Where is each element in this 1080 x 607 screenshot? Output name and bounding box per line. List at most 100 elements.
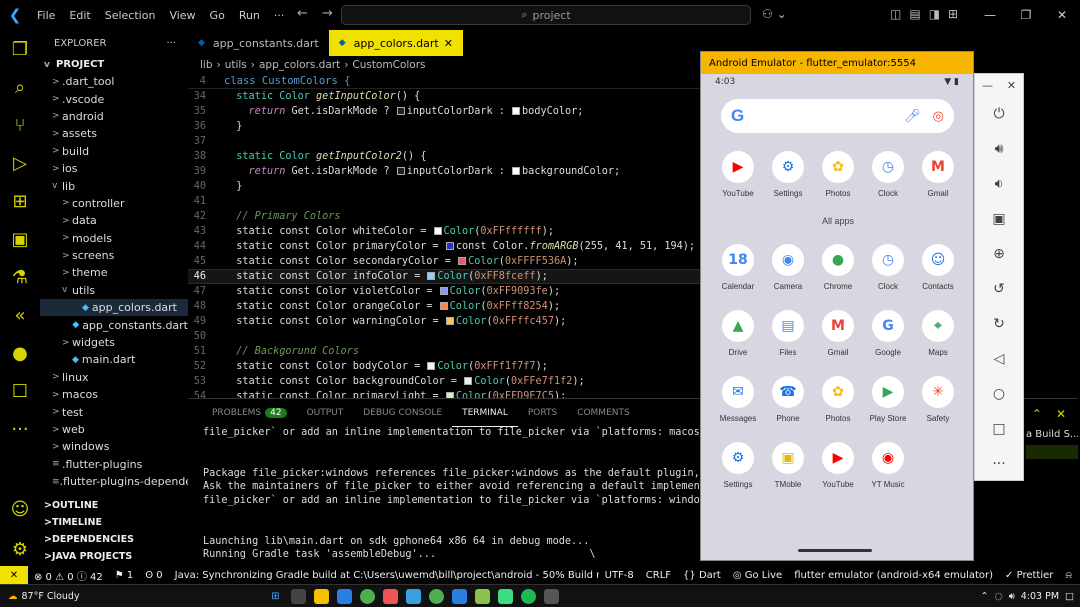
menu-item[interactable]: Go	[203, 9, 232, 22]
app-shortcut[interactable]: ▤ Files	[763, 307, 813, 373]
explorer-icon[interactable]: ❐	[0, 30, 40, 68]
color-swatch-icon[interactable]	[396, 167, 405, 175]
back-arrow-icon[interactable]: ←	[297, 6, 308, 21]
screenshot-camera-icon[interactable]: ▣	[975, 201, 1023, 236]
panel-tab[interactable]: TERMINAL	[452, 399, 518, 427]
app-shortcut[interactable]: ☎ Phone	[763, 373, 813, 439]
menu-item[interactable]: ···	[267, 9, 292, 22]
customize-layout-icon[interactable]: ⊞	[948, 7, 958, 21]
more-actions-icon[interactable]: ···	[166, 38, 176, 49]
ports-status[interactable]: ⚑ 1	[109, 570, 140, 581]
app-shortcut[interactable]: ⚙ Settings	[713, 439, 763, 505]
minimize-icon[interactable]: —	[982, 79, 993, 92]
close-tab-icon[interactable]: ✕	[444, 37, 453, 50]
explorer-section-header[interactable]: > DEPENDENCIES	[40, 531, 188, 548]
tree-item[interactable]: v lib	[40, 177, 188, 194]
app-shortcut[interactable]: ✳ Safety	[913, 373, 963, 439]
forward-arrow-icon[interactable]: →	[322, 6, 333, 21]
tree-item[interactable]: > web	[40, 421, 188, 438]
terminal-task-active[interactable]	[1026, 445, 1078, 459]
minimize-icon[interactable]: —	[972, 0, 1008, 30]
tree-item[interactable]: > data	[40, 212, 188, 229]
app-shortcut[interactable]: M Gmail	[813, 307, 863, 373]
volume-down-icon[interactable]: 🔉︎	[975, 166, 1023, 201]
tree-item[interactable]: > assets	[40, 125, 188, 142]
app-shortcut[interactable]: G Google	[863, 307, 913, 373]
menu-item[interactable]: Edit	[62, 9, 97, 22]
overview-square-icon[interactable]: □	[975, 411, 1023, 446]
explorer-section-header[interactable]: > TIMELINE	[40, 514, 188, 531]
tree-item[interactable]: > .dart_tool	[40, 73, 188, 90]
tree-item[interactable]: ≡.flutter-plugins-depende...	[40, 473, 188, 490]
go-live-button[interactable]: ◎ Go Live	[727, 570, 788, 581]
app-shortcut[interactable]: ⚙ Settings	[763, 148, 813, 214]
explorer-section-header[interactable]: > OUTLINE	[40, 497, 188, 514]
more-icon[interactable]: ···	[0, 410, 40, 448]
app-shortcut[interactable]: ✿ Photos	[813, 373, 863, 439]
project-folder-header[interactable]: v PROJECT	[40, 56, 188, 73]
windows-start-icon[interactable]: ⊞	[268, 589, 283, 604]
toggle-secondary-sidebar-icon[interactable]: ◨	[929, 7, 940, 21]
close-icon[interactable]: ✕	[1044, 0, 1080, 30]
volume-up-icon[interactable]: 🔊︎	[975, 131, 1023, 166]
close-panel-icon[interactable]: ✕	[1056, 407, 1066, 421]
rotate-left-icon[interactable]: ↺	[975, 271, 1023, 306]
menu-item[interactable]: File	[30, 9, 62, 22]
spotify-icon[interactable]	[521, 588, 536, 604]
terminal-task-item[interactable]: a Build S...	[1026, 429, 1078, 443]
speaker-icon[interactable]: 🔊︎	[1009, 591, 1015, 602]
panel-tab[interactable]: COMMENTS	[567, 399, 640, 427]
device-status[interactable]: flutter emulator (android-x64 emulator)	[788, 570, 999, 581]
home-circle-icon[interactable]: ○	[975, 376, 1023, 411]
tree-item[interactable]: > build	[40, 143, 188, 160]
explorer-section-header[interactable]: > JAVA PROJECTS	[40, 548, 188, 565]
tree-item[interactable]: > screens	[40, 247, 188, 264]
panel-tab[interactable]: DEBUG CONSOLE	[353, 399, 452, 427]
notification-icon[interactable]: □	[1065, 591, 1074, 602]
search-icon[interactable]: ⌕	[0, 68, 40, 106]
close-icon[interactable]: ✕	[1007, 79, 1016, 92]
code-editor[interactable]: 34 static Color getInputColor() {35 retu…	[188, 89, 702, 404]
color-swatch-icon[interactable]	[396, 107, 405, 115]
panel-tab[interactable]: PROBLEMS 42	[202, 399, 297, 427]
source-control-icon[interactable]: ⑂	[0, 106, 40, 144]
app-shortcut[interactable]: ⌖ Maps	[913, 307, 963, 373]
menu-item[interactable]: Selection	[98, 9, 163, 22]
tray-chevron-icon[interactable]: ⌃	[980, 591, 988, 602]
color-swatch-icon[interactable]	[464, 377, 473, 385]
color-swatch-icon[interactable]	[445, 242, 454, 250]
prettier-status[interactable]: ✓ Prettier	[999, 570, 1059, 581]
app-shortcut[interactable]: ◷ Clock	[863, 241, 913, 307]
emulator-taskbar-icon[interactable]	[498, 588, 513, 604]
eol-status[interactable]: CRLF	[640, 570, 677, 581]
app-icon-2[interactable]	[544, 588, 559, 604]
microphone-icon[interactable]: 🎤︎	[904, 109, 921, 124]
tree-item[interactable]: ≡ .flutter-plugins	[40, 456, 188, 473]
app-shortcut[interactable]: ✿ Photos	[813, 148, 863, 214]
copilot-icon[interactable]: ⚇ ⌄	[762, 7, 787, 21]
color-swatch-icon[interactable]	[439, 302, 448, 310]
editor-tab[interactable]: ◆ app_constants.dart	[188, 30, 329, 56]
app-shortcut[interactable]: ▲ Drive	[713, 307, 763, 373]
remote-explorer-icon[interactable]: ▣	[0, 220, 40, 258]
lens-icon[interactable]: ◎	[933, 109, 944, 124]
panel-tab[interactable]: PORTS	[518, 399, 567, 427]
emulator-title[interactable]: Android Emulator - flutter_emulator:5554	[701, 52, 973, 74]
java-sync-status[interactable]: Java: Synchronizing Gradle build at C:\U…	[169, 570, 599, 581]
tree-item[interactable]: > models	[40, 230, 188, 247]
app-shortcut[interactable]: ✉ Messages	[713, 373, 763, 439]
tree-item[interactable]: > linux	[40, 369, 188, 386]
weather-widget[interactable]: ☁ 87°F Cloudy	[0, 591, 80, 602]
rotate-right-icon[interactable]: ↻	[975, 306, 1023, 341]
chrome-icon-2[interactable]	[429, 588, 444, 604]
docker-icon[interactable]: ☐	[0, 372, 40, 410]
edge-icon[interactable]	[452, 588, 467, 604]
run-debug-icon[interactable]: ▷	[0, 144, 40, 182]
toggle-panel-icon[interactable]: ▤	[909, 7, 920, 21]
app-shortcut[interactable]: ☺ Contacts	[913, 241, 963, 307]
editor-tab[interactable]: ◆ app_colors.dart ✕	[328, 30, 463, 56]
app-shortcut[interactable]: ◉ Camera	[763, 241, 813, 307]
app-shortcut[interactable]: ▶ YouTube	[813, 439, 863, 505]
app-shortcut[interactable]: ▶ YouTube	[713, 148, 763, 214]
sticky-scroll-line[interactable]: 4 class CustomColors {	[188, 73, 702, 89]
